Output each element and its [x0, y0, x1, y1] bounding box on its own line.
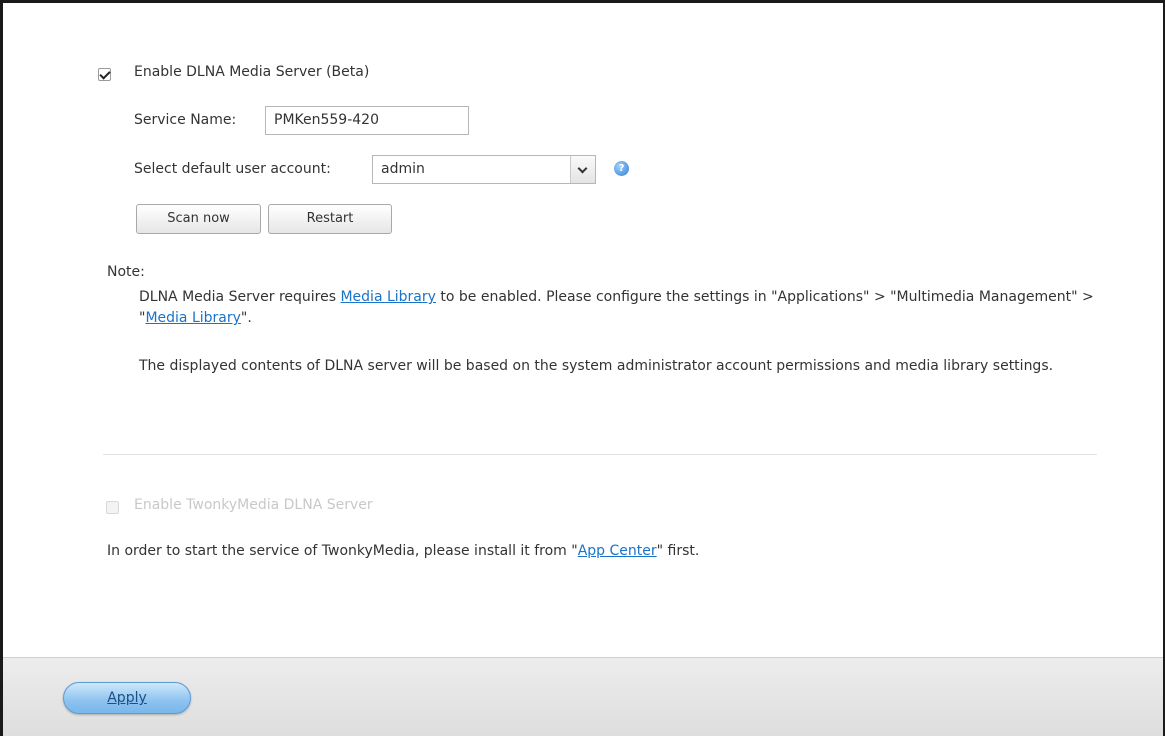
dlna-enable-checkbox[interactable] [98, 68, 111, 81]
service-name-input[interactable]: PMKen559-420 [265, 106, 469, 135]
app-center-link[interactable]: App Center [578, 543, 657, 559]
default-user-value: admin [381, 161, 425, 177]
scan-now-button[interactable]: Scan now [136, 204, 261, 234]
twonky-install-suffix: " first. [656, 543, 700, 559]
twonky-install-message: In order to start the service of TwonkyM… [107, 543, 699, 559]
section-divider [103, 454, 1097, 455]
default-user-select[interactable]: admin [372, 155, 596, 184]
apply-button[interactable]: Apply [63, 682, 191, 714]
footer-bar: Apply [3, 657, 1163, 736]
media-library-link[interactable]: Media Library [340, 289, 435, 305]
media-library-link-2[interactable]: Media Library [145, 310, 240, 326]
note-line-1-prefix: DLNA Media Server requires [139, 289, 341, 305]
dlna-enable-label: Enable DLNA Media Server (Beta) [134, 64, 370, 80]
twonky-install-prefix: In order to start the service of TwonkyM… [107, 543, 578, 559]
settings-panel: Enable DLNA Media Server (Beta) Service … [3, 3, 1163, 658]
note-title: Note: [107, 264, 145, 280]
note-line-2: The displayed contents of DLNA server wi… [139, 358, 1054, 374]
service-name-label: Service Name: [134, 112, 237, 128]
restart-button[interactable]: Restart [268, 204, 392, 234]
twonky-enable-label: Enable TwonkyMedia DLNA Server [134, 497, 373, 513]
default-user-label: Select default user account: [134, 161, 331, 177]
chevron-down-icon[interactable] [570, 156, 595, 183]
twonky-enable-checkbox[interactable] [106, 501, 119, 514]
help-icon[interactable]: ? [614, 161, 629, 176]
note-line-1: DLNA Media Server requires Media Library… [139, 287, 1099, 329]
note-line-1-suffix: ". [240, 310, 252, 326]
